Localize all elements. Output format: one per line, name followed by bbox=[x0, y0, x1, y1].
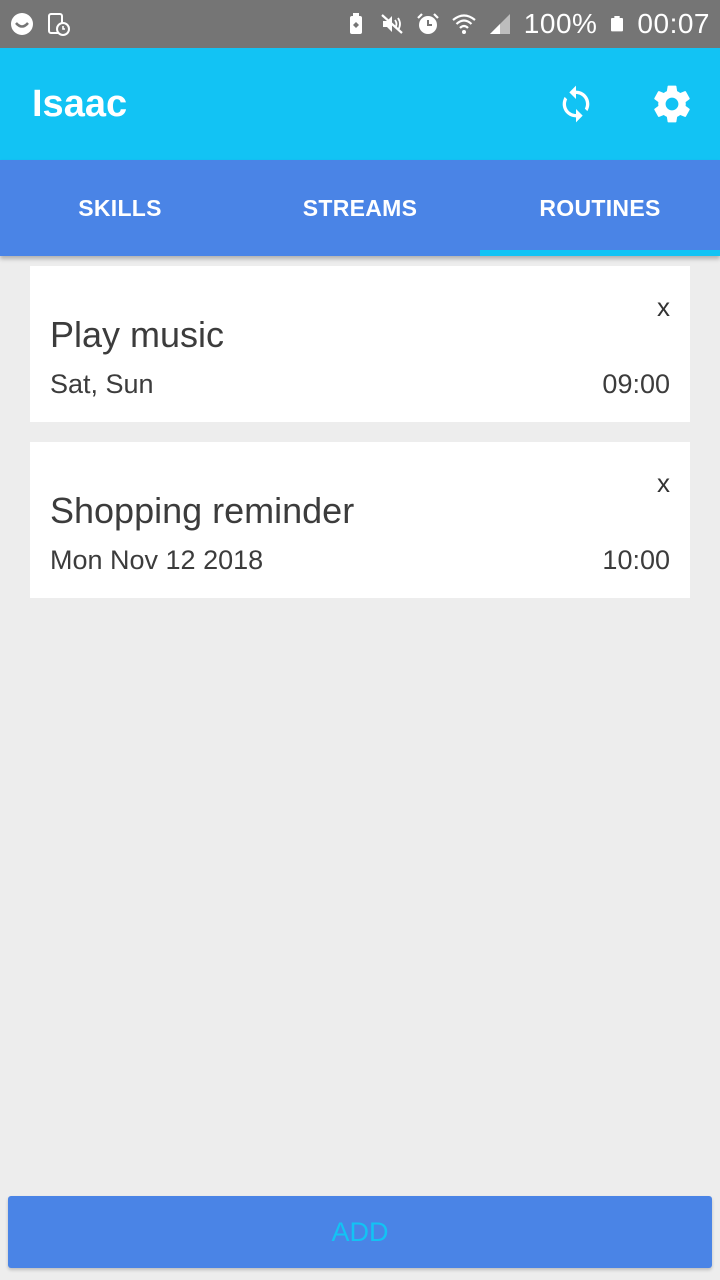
routine-days: Mon Nov 12 2018 bbox=[50, 545, 264, 575]
signal-icon bbox=[489, 14, 510, 34]
status-right: 100% 00:07 bbox=[344, 8, 710, 40]
routine-days: Sat, Sun bbox=[50, 369, 154, 399]
app-bar: Isaac bbox=[0, 48, 720, 160]
wifi-icon bbox=[452, 14, 476, 34]
routine-time: 09:00 bbox=[602, 369, 670, 399]
app-actions bbox=[548, 48, 700, 160]
battery-percent: 100% bbox=[523, 8, 598, 39]
sync-icon bbox=[562, 85, 590, 123]
delete-routine-button[interactable]: x bbox=[657, 468, 670, 499]
mute-icon bbox=[381, 14, 403, 34]
status-left bbox=[10, 12, 70, 36]
alarm-icon bbox=[417, 13, 439, 34]
sync-button[interactable] bbox=[548, 76, 604, 132]
tab-skills[interactable]: SKILLS bbox=[0, 160, 240, 256]
status-bar: 100% 00:07 bbox=[0, 0, 720, 48]
clock: 00:07 bbox=[637, 8, 710, 39]
routine-list: x Play music Sat, Sun 09:00 x Shopping r… bbox=[30, 266, 690, 618]
battery-saver-icon bbox=[349, 13, 362, 34]
routine-card[interactable]: x Shopping reminder Mon Nov 12 2018 10:0… bbox=[30, 442, 690, 598]
routine-card[interactable]: x Play music Sat, Sun 09:00 bbox=[30, 266, 690, 422]
settings-gear-icon bbox=[654, 85, 690, 123]
tab-streams[interactable]: STREAMS bbox=[240, 160, 480, 256]
routine-title: Shopping reminder bbox=[50, 490, 355, 531]
routine-title: Play music bbox=[50, 314, 225, 355]
routine-time: 10:00 bbox=[602, 545, 670, 575]
settings-button[interactable] bbox=[644, 76, 700, 132]
battery-icon bbox=[611, 16, 624, 32]
tab-bar: SKILLS STREAMS ROUTINES bbox=[0, 160, 720, 256]
screen-timer-icon bbox=[48, 13, 70, 36]
delete-routine-button[interactable]: x bbox=[657, 292, 670, 323]
tab-routines[interactable]: ROUTINES bbox=[480, 160, 720, 256]
add-routine-button[interactable]: ADD bbox=[8, 1196, 712, 1268]
smiley-icon bbox=[11, 13, 33, 35]
app-title: Isaac bbox=[32, 82, 128, 125]
